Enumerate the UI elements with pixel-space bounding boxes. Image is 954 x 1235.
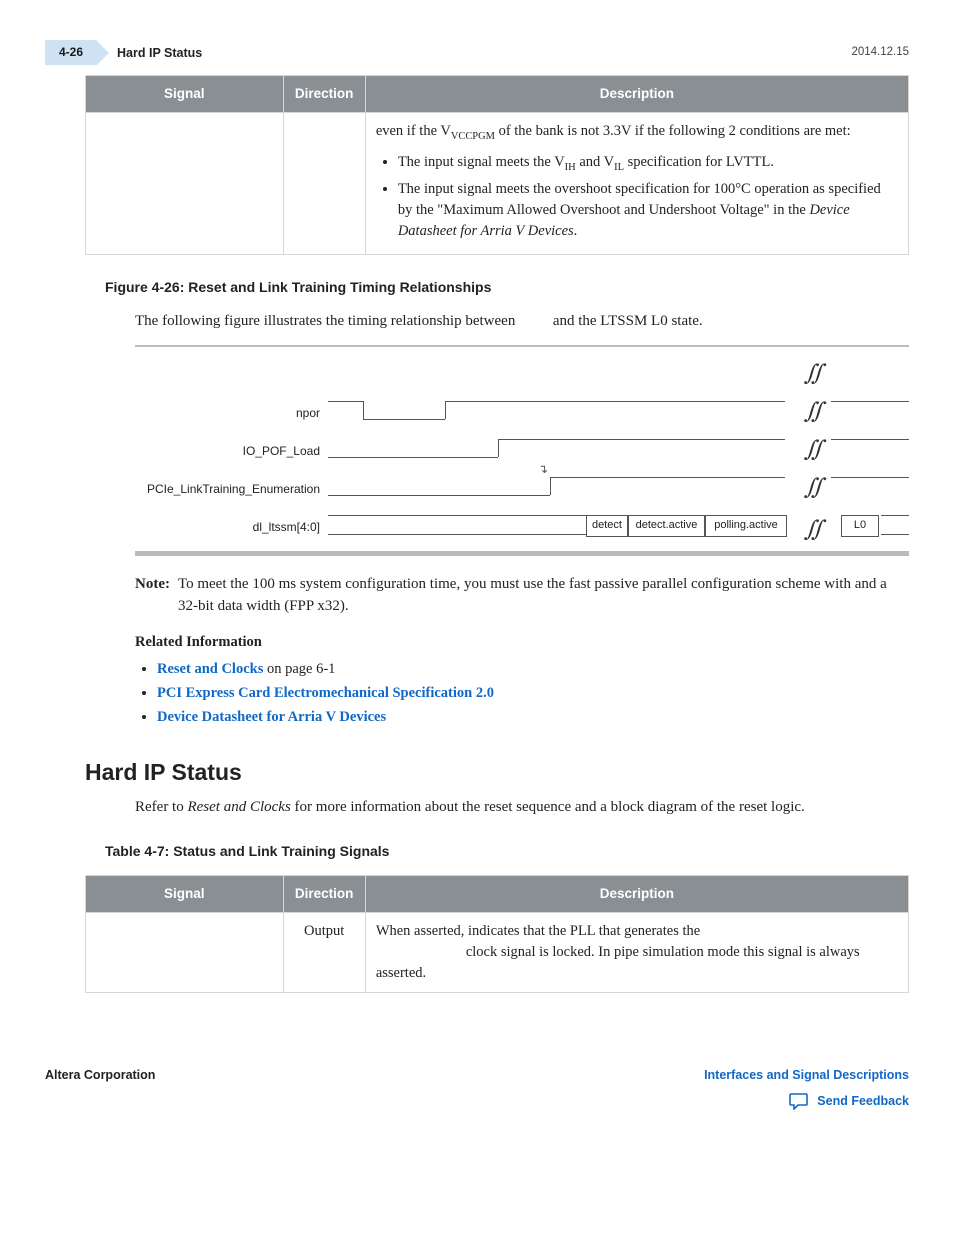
- desc-list: The input signal meets the VIH and VIL s…: [376, 152, 898, 242]
- timing-row-dl-ltssm: dl_ltssm[4:0] detect detect.active polli…: [135, 509, 909, 547]
- break-icon: ∬: [804, 357, 817, 389]
- state-detect-active: detect.active: [628, 515, 705, 537]
- link-device-datasheet[interactable]: Device Datasheet for Arria V Devices: [157, 709, 386, 725]
- cell-direction: Output: [283, 912, 365, 992]
- signal-label: PCIe_LinkTraining_Enumeration: [135, 481, 328, 498]
- section-heading-hard-ip-status: Hard IP Status: [85, 756, 909, 789]
- table-header-row: Signal Direction Description: [86, 76, 909, 113]
- page-tab: 4-26 Hard IP Status: [45, 40, 202, 65]
- arrow-icon: [97, 41, 109, 65]
- cell-description: When asserted, indicates that the PLL th…: [365, 912, 908, 992]
- figure-caption: Figure 4-26: Reset and Link Training Tim…: [105, 277, 909, 297]
- table-row: even if the VVCCPGM of the bank is not 3…: [86, 112, 909, 254]
- timing-diagram: ∬ npor ∬ IO_POF_Load ∬ PCIe_LinkTraining…: [135, 345, 909, 556]
- desc-intro: even if the VVCCPGM of the bank is not 3…: [376, 123, 851, 139]
- th-description: Description: [365, 876, 908, 913]
- link-send-feedback[interactable]: Send Feedback: [817, 1092, 909, 1110]
- signal-table-1: Signal Direction Description even if the…: [85, 75, 909, 255]
- signal-label: npor: [135, 405, 328, 422]
- table-header-row: Signal Direction Description: [86, 876, 909, 913]
- page-header: 4-26 Hard IP Status 2014.12.15: [45, 40, 909, 65]
- feedback-row: Send Feedback: [704, 1092, 909, 1110]
- section-paragraph: Refer to Reset and Clocks for more infor…: [135, 797, 909, 819]
- break-icon: ∬: [804, 395, 817, 427]
- link-pci-spec[interactable]: PCI Express Card Electromechanical Speci…: [157, 685, 494, 701]
- link-reset-clocks[interactable]: Reset and Clocks: [157, 661, 263, 677]
- note-block: Note: To meet the 100 ms system configur…: [135, 574, 909, 618]
- related-info-list: Reset and Clocks on page 6-1 PCI Express…: [157, 659, 909, 728]
- state-l0: L0: [841, 515, 879, 537]
- th-signal: Signal: [86, 876, 284, 913]
- th-direction: Direction: [283, 876, 365, 913]
- cell-signal: [86, 112, 284, 254]
- note-label: Note:: [135, 574, 170, 618]
- list-item: Device Datasheet for Arria V Devices: [157, 707, 909, 728]
- header-title: Hard IP Status: [117, 44, 202, 62]
- th-signal: Signal: [86, 76, 284, 113]
- timing-row-io-pof-load: IO_POF_Load ∬: [135, 433, 909, 471]
- cell-direction: [283, 112, 365, 254]
- signal-label: dl_ltssm[4:0]: [135, 519, 328, 536]
- link-interfaces[interactable]: Interfaces and Signal Descriptions: [704, 1068, 909, 1082]
- figure-intro: The following figure illustrates the tim…: [135, 311, 909, 333]
- state-polling-active: polling.active: [705, 515, 787, 537]
- th-description: Description: [365, 76, 908, 113]
- page-number: 4-26: [45, 40, 97, 65]
- break-icon: ∬: [804, 471, 817, 503]
- cell-signal: [86, 912, 284, 992]
- th-direction: Direction: [283, 76, 365, 113]
- page-footer: Altera Corporation Interfaces and Signal…: [45, 1058, 909, 1110]
- break-icon: ∬: [804, 513, 817, 545]
- related-info-heading: Related Information: [135, 632, 909, 653]
- list-item: The input signal meets the overshoot spe…: [398, 179, 898, 242]
- note-text: To meet the 100 ms system configuration …: [178, 574, 909, 618]
- footer-right: Interfaces and Signal Descriptions Send …: [704, 1066, 909, 1110]
- signal-table-2: Signal Direction Description Output When…: [85, 875, 909, 993]
- timing-row-spacer: ∬: [135, 357, 909, 395]
- header-date: 2014.12.15: [851, 44, 909, 61]
- state-detect: detect: [586, 515, 628, 537]
- list-item: Reset and Clocks on page 6-1: [157, 659, 909, 680]
- timing-row-pcie-link: PCIe_LinkTraining_Enumeration ∬ ↴: [135, 471, 909, 509]
- break-icon: ∬: [804, 433, 817, 465]
- feedback-icon[interactable]: [789, 1092, 809, 1110]
- table-caption: Table 4-7: Status and Link Training Sign…: [105, 841, 909, 861]
- signal-label: IO_POF_Load: [135, 443, 328, 460]
- timing-row-npor: npor ∬: [135, 395, 909, 433]
- table-row: Output When asserted, indicates that the…: [86, 912, 909, 992]
- arrow-icon: ↴: [538, 461, 548, 478]
- cell-description: even if the VVCCPGM of the bank is not 3…: [365, 112, 908, 254]
- list-item: The input signal meets the VIH and VIL s…: [398, 152, 898, 175]
- footer-left: Altera Corporation: [45, 1066, 155, 1110]
- list-item: PCI Express Card Electromechanical Speci…: [157, 683, 909, 704]
